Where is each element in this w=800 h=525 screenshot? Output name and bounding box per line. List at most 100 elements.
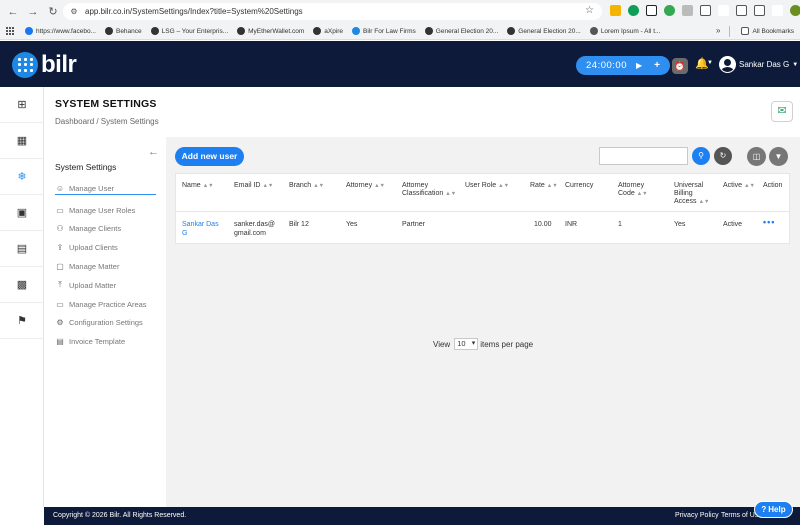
- bookmark-favicon-icon: [352, 27, 361, 35]
- column-header-attorney-classification[interactable]: Attorney Classification ▲▼: [402, 182, 456, 198]
- pager-view-label: View: [433, 339, 451, 349]
- alarm-clock-icon[interactable]: ⏰: [672, 58, 688, 74]
- bookmark-label: LSG – Your Enterpris...: [161, 27, 229, 35]
- bookmark-item[interactable]: Bilr For Law Firms: [352, 27, 416, 35]
- bookmark-item[interactable]: aXpire: [313, 27, 343, 35]
- back-arrow-icon[interactable]: ←: [148, 146, 159, 158]
- clients-icon: ⚇: [56, 224, 64, 234]
- filter-icon[interactable]: ▼: [769, 147, 788, 166]
- bookmark-item[interactable]: LSG – Your Enterpris...: [150, 27, 229, 35]
- logo-mark-icon: [12, 52, 38, 78]
- rail-presentation-icon[interactable]: ⚑: [0, 303, 44, 339]
- submenu-item[interactable]: ⇪ Upload Clients: [55, 238, 156, 257]
- rail-dashboard-icon[interactable]: ▦: [0, 123, 44, 159]
- reload-icon[interactable]: ↻: [46, 5, 60, 19]
- bookmark-favicon-icon: [507, 27, 516, 35]
- submenu-item-label: Manage User: [69, 183, 115, 193]
- rail-calendar-icon[interactable]: ▣: [0, 195, 44, 231]
- folder-icon: [741, 27, 750, 35]
- puzzle-extensions-icon[interactable]: [700, 5, 711, 16]
- submenu-item[interactable]: ⚙ Configuration Settings: [55, 314, 156, 333]
- refresh-icon[interactable]: ↻: [714, 147, 732, 165]
- page-size-select[interactable]: 10: [454, 338, 479, 350]
- all-bookmarks-button[interactable]: All Bookmarks: [741, 27, 794, 35]
- matter-icon: ▢: [56, 262, 64, 272]
- footer: Copyright © 2026 Bilr. All Rights Reserv…: [44, 507, 800, 525]
- bookmark-label: https://www.facebo...: [36, 27, 96, 35]
- add-time-icon[interactable]: +: [654, 60, 660, 71]
- submenu-item[interactable]: ▭ Manage User Roles: [55, 201, 156, 220]
- site-info-icon[interactable]: ⚙: [69, 7, 79, 17]
- back-arrow-icon[interactable]: ←: [6, 5, 20, 19]
- apps-grid-icon[interactable]: [6, 26, 15, 36]
- bookmark-star-icon[interactable]: ☆: [585, 5, 594, 16]
- column-header-name[interactable]: Name ▲▼: [182, 182, 214, 190]
- submenu-item[interactable]: ▭ Manage Practice Areas: [55, 295, 156, 314]
- extension-icon[interactable]: [610, 5, 621, 16]
- profile-avatar-icon[interactable]: [790, 5, 800, 16]
- rail-settings-icon[interactable]: ❄: [0, 159, 44, 195]
- submenu-item-label: Upload Matter: [69, 280, 117, 290]
- app-header: bilr 24:00:00 ▶ + ⏰ 🔔 ▼ Sankar Das G ▼: [0, 41, 800, 87]
- row-actions-menu[interactable]: •••: [763, 217, 775, 227]
- column-header-user-role[interactable]: User Role ▲▼: [465, 182, 509, 190]
- chevron-down-icon[interactable]: ▼: [707, 60, 713, 66]
- rail-add-icon[interactable]: ⊞: [0, 87, 44, 123]
- download-icon[interactable]: [754, 5, 765, 16]
- column-header-branch[interactable]: Branch ▲▼: [289, 182, 324, 190]
- rail-clipboard-icon[interactable]: ▩: [0, 267, 44, 303]
- timer-value: 24:00:00: [586, 60, 627, 71]
- extension-icon[interactable]: [682, 5, 693, 16]
- extension-icon[interactable]: [646, 5, 657, 16]
- column-header-email[interactable]: Email ID ▲▼: [234, 182, 273, 190]
- timer-widget[interactable]: 24:00:00 ▶ +: [576, 56, 670, 75]
- practice-areas-icon: ▭: [56, 299, 64, 309]
- cell-branch: Bilr 12: [289, 221, 309, 228]
- bookmark-item[interactable]: General Election 20...: [507, 27, 581, 35]
- column-header-rate[interactable]: Rate ▲▼: [530, 182, 558, 190]
- submenu-item[interactable]: ▤ Invoice Template: [55, 332, 156, 351]
- tab-search-icon[interactable]: [736, 5, 747, 16]
- help-button[interactable]: ? Help: [754, 501, 793, 518]
- submenu-item[interactable]: ⤒ Upload Matter: [55, 276, 156, 295]
- privacy-policy-link[interactable]: Privacy Policy: [675, 512, 719, 519]
- cell-attorney-code: 1: [618, 221, 622, 228]
- address-bar[interactable]: ⚙ app.bilr.co.in/SystemSettings/Index?ti…: [63, 3, 602, 20]
- bookmark-item[interactable]: https://www.facebo...: [25, 27, 96, 35]
- user-name-link[interactable]: Sankar Das G: [182, 220, 220, 238]
- play-icon[interactable]: ▶: [636, 61, 642, 70]
- column-header-action: Action: [763, 182, 783, 189]
- chevron-down-icon: ▼: [792, 61, 799, 68]
- submenu-item[interactable]: ⚇ Manage Clients: [55, 220, 156, 239]
- submenu-item[interactable]: ☺ Manage User: [55, 182, 156, 195]
- table-header: Name ▲▼ Email ID ▲▼ Branch ▲▼ Attorney ▲▼ At…: [176, 174, 789, 212]
- rail-document-icon[interactable]: ▤: [0, 231, 44, 267]
- search-input[interactable]: [599, 147, 688, 165]
- forward-arrow-icon[interactable]: →: [26, 5, 40, 19]
- submenu-item[interactable]: ▢ Manage Matter: [55, 257, 156, 276]
- submenu-title: System Settings: [55, 162, 117, 172]
- more-bookmarks-chevron[interactable]: »: [716, 26, 720, 35]
- column-header-currency: Currency: [565, 182, 594, 189]
- extension-icon[interactable]: [628, 5, 639, 16]
- search-icon[interactable]: ⚲: [692, 147, 710, 165]
- bookmark-item[interactable]: General Election 20...: [424, 27, 499, 35]
- bilr-logo[interactable]: bilr: [12, 51, 77, 79]
- columns-icon[interactable]: ◫: [747, 147, 766, 166]
- chat-icon[interactable]: ✉: [771, 101, 793, 122]
- cell-attorney: Yes: [346, 221, 358, 228]
- bookmark-item[interactable]: Lorem Ipsum - All t...: [589, 27, 660, 35]
- add-user-button[interactable]: Add new user: [175, 147, 244, 166]
- extension-icon[interactable]: [664, 5, 675, 16]
- column-header-universal-billing[interactable]: Universal Billing Access ▲▼: [674, 182, 712, 206]
- pager-suffix-label: items per page: [480, 339, 534, 349]
- column-header-attorney-code[interactable]: Attorney Code ▲▼: [618, 182, 662, 198]
- bookmark-item[interactable]: Behance: [104, 27, 142, 35]
- bookmark-item[interactable]: MyEtherWallet.com: [237, 27, 304, 35]
- column-header-attorney[interactable]: Attorney ▲▼: [346, 182, 385, 190]
- column-header-active[interactable]: Active ▲▼: [723, 182, 755, 190]
- bookmark-label: General Election 20...: [435, 27, 499, 35]
- icon-rail: ⊞ ▦ ❄ ▣ ▤ ▩ ⚑: [0, 87, 44, 507]
- user-menu[interactable]: Sankar Das G ▼: [719, 56, 798, 73]
- spacer: [772, 5, 783, 16]
